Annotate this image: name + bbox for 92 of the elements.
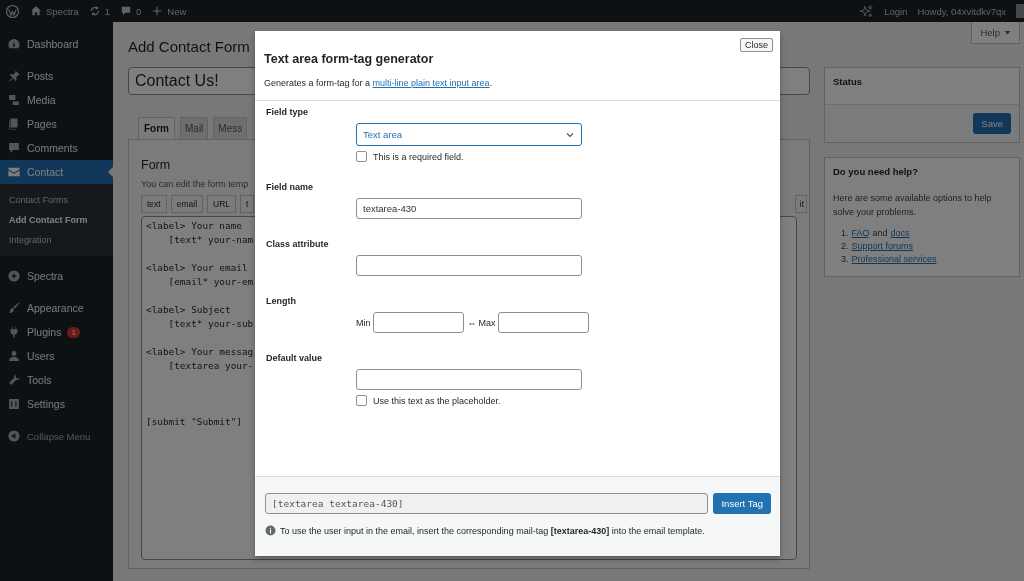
tag-button[interactable]: t xyxy=(240,195,255,213)
bolt-icon xyxy=(7,269,21,283)
refresh-icon xyxy=(88,5,101,17)
envelope-icon xyxy=(7,165,21,179)
brush-icon xyxy=(7,301,21,315)
comment-icon xyxy=(7,141,21,155)
checkbox-label: Use this text as the placeholder. xyxy=(373,395,501,406)
help-text: Here are some available options to help solve your problems. xyxy=(833,192,993,219)
menu-item[interactable]: Appearance xyxy=(0,296,113,320)
list-number: 3. xyxy=(841,254,849,264)
help-link[interactable]: multi-line plain text input area xyxy=(372,78,490,88)
pages-icon xyxy=(7,117,21,131)
checkbox-label: This is a required field. xyxy=(373,151,464,162)
field-label: Length xyxy=(266,296,297,307)
menu-item[interactable]: Settings xyxy=(0,392,113,416)
sparkle-icon[interactable] xyxy=(859,3,875,19)
logo-icon[interactable] xyxy=(5,3,20,19)
field-label: Field name xyxy=(266,182,314,193)
box-title: Status xyxy=(832,75,864,89)
wrench-icon xyxy=(7,373,21,387)
collapse-icon xyxy=(7,429,21,443)
tab[interactable]: Form xyxy=(138,117,175,139)
field-label: Class attribute xyxy=(266,239,330,250)
home-icon xyxy=(30,5,42,17)
collapse-menu-button[interactable]: Collapse Menu xyxy=(0,424,113,448)
sliders-icon xyxy=(7,397,21,411)
menu-item[interactable]: Dashboard xyxy=(0,32,113,56)
min-label: Min xyxy=(356,317,371,328)
checkbox[interactable] xyxy=(356,151,367,162)
user-icon xyxy=(7,349,21,363)
help-button[interactable]: Help xyxy=(971,22,1020,44)
tag-button[interactable]: it xyxy=(794,195,807,213)
new-link[interactable]: New xyxy=(151,5,187,17)
max-label: Max xyxy=(478,317,496,328)
tab[interactable]: Mess xyxy=(213,117,248,139)
menu-item[interactable]: Contact xyxy=(0,160,113,184)
help-link[interactable]: docs xyxy=(890,228,910,238)
tag-button[interactable]: text xyxy=(141,195,167,213)
help-link[interactable]: Support forums xyxy=(851,241,914,251)
panel-description: You can edit the form temp xyxy=(141,179,249,189)
panel-heading: Form xyxy=(141,158,172,172)
save-button[interactable]: Save xyxy=(973,113,1011,134)
count-badge: 1 xyxy=(67,326,80,338)
note-text: To use the user input in the email, insert the corresponding mail-tag [textarea-430] into the email template. xyxy=(280,525,705,536)
dialog-description: Generates a form-tag for a multi-line plain text input area. xyxy=(264,78,494,88)
field-label: Field type xyxy=(266,107,309,118)
site-link[interactable]: Spectra xyxy=(30,5,79,17)
help-link[interactable]: Professional services xyxy=(851,254,937,264)
box-title: Do you need help? xyxy=(832,165,919,179)
menu-item[interactable]: Posts xyxy=(0,64,113,88)
submenu-item[interactable]: Integration xyxy=(0,230,113,250)
menu-item[interactable]: Spectra xyxy=(0,264,113,288)
tag-output-field[interactable]: [textarea textarea-430] xyxy=(265,493,709,514)
field-label: Default value xyxy=(266,353,324,364)
field-type-select[interactable]: Text area xyxy=(356,123,582,146)
page-title: Add Contact Form xyxy=(128,38,250,56)
submenu-item[interactable]: Contact Forms xyxy=(0,190,113,210)
dialog-title: Text area form-tag generator xyxy=(264,52,435,66)
help-link[interactable]: FAQ xyxy=(851,228,870,238)
list-number: 2. xyxy=(841,241,849,251)
pin-icon xyxy=(7,69,21,83)
plus-icon xyxy=(151,5,164,17)
text-field[interactable] xyxy=(356,369,582,390)
help-text: and xyxy=(872,228,888,238)
submenu-item[interactable]: Add Contact Form xyxy=(0,210,113,230)
menu-item[interactable]: Plugins 1 xyxy=(0,320,113,344)
login-link[interactable]: Login xyxy=(884,5,908,17)
close-button[interactable]: Close xyxy=(740,38,773,52)
list-number: 1. xyxy=(841,228,849,238)
gauge-icon xyxy=(7,37,21,51)
menu-item[interactable]: Pages xyxy=(0,112,113,136)
text-field[interactable] xyxy=(356,255,582,276)
min-field[interactable] xyxy=(372,312,464,333)
info-icon xyxy=(265,525,276,536)
tag-button[interactable]: URL xyxy=(207,195,237,213)
menu-item[interactable]: Media xyxy=(0,88,113,112)
media-icon xyxy=(7,93,21,107)
caret-icon xyxy=(1004,29,1011,36)
tag-button[interactable]: email xyxy=(170,195,203,213)
checkbox[interactable] xyxy=(356,395,367,406)
insert-tag-button[interactable]: Insert Tag xyxy=(713,493,771,514)
comments-link[interactable]: 0 xyxy=(120,5,142,17)
max-field[interactable] xyxy=(497,312,589,333)
menu-item[interactable]: Comments xyxy=(0,136,113,160)
text-field[interactable]: textarea-430 xyxy=(356,198,582,219)
menu-item[interactable]: Tools xyxy=(0,368,113,392)
range-separator: ⇔ xyxy=(467,317,477,328)
menu-item[interactable]: Users xyxy=(0,344,113,368)
comment-icon xyxy=(120,5,133,17)
account-link[interactable]: Howdy, 04xvitdkv7qx xyxy=(917,5,1006,17)
tab[interactable]: Mail xyxy=(180,117,209,139)
updates-link[interactable]: 1 xyxy=(88,5,111,17)
